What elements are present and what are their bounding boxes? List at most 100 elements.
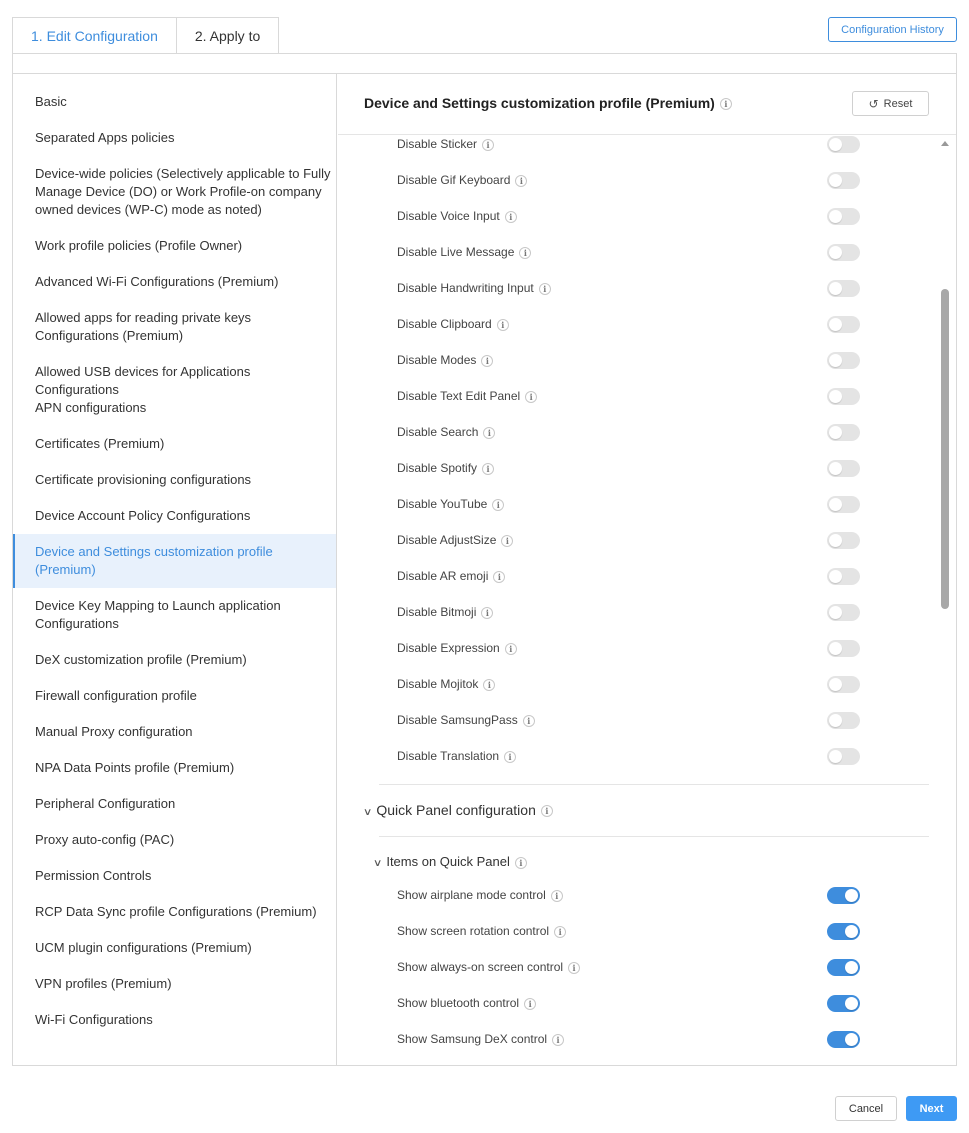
quick-panel-item-row: Show screen rotation control i <box>397 924 567 938</box>
disable-setting-toggle[interactable] <box>827 712 860 729</box>
sidebar-item[interactable]: Firewall configuration profile <box>13 687 336 705</box>
info-icon[interactable]: i <box>554 925 567 938</box>
info-icon[interactable]: i <box>483 678 496 691</box>
disable-setting-row: Disable Bitmoji i <box>397 605 494 619</box>
sidebar-item[interactable]: Permission Controls <box>13 867 336 885</box>
sidebar-item[interactable]: Certificates (Premium) <box>13 435 336 453</box>
disable-setting-label: Disable Mojitok <box>397 677 479 691</box>
disable-setting-label: Disable Spotify <box>397 461 478 475</box>
disable-setting-toggle[interactable] <box>827 604 860 621</box>
sidebar-item[interactable]: Manual Proxy configuration <box>13 723 336 741</box>
info-icon[interactable]: i <box>493 570 506 583</box>
sidebar-item[interactable]: Allowed apps for reading private keys Co… <box>13 309 336 345</box>
sidebar-item[interactable]: UCM plugin configurations (Premium) <box>13 939 336 957</box>
sidebar-item[interactable]: VPN profiles (Premium) <box>13 975 336 993</box>
info-icon[interactable]: i <box>519 246 532 259</box>
disable-setting-toggle[interactable] <box>827 388 860 405</box>
next-button[interactable]: Next <box>906 1096 957 1121</box>
info-icon[interactable]: i <box>482 138 495 151</box>
info-icon[interactable]: i <box>550 889 563 902</box>
info-icon[interactable]: i <box>525 390 538 403</box>
info-icon[interactable]: i <box>504 210 517 223</box>
disable-setting-toggle[interactable] <box>827 316 860 333</box>
sidebar-item[interactable]: Certificate provisioning configurations <box>13 471 336 489</box>
configuration-history-button[interactable]: Configuration History <box>828 17 957 42</box>
quick-panel-item-label: Show Samsung DeX control <box>397 1032 548 1046</box>
sidebar-item[interactable]: NPA Data Points profile (Premium) <box>13 759 336 777</box>
sidebar-item[interactable]: Work profile policies (Profile Owner) <box>13 237 336 255</box>
disable-setting-toggle[interactable] <box>827 136 860 153</box>
tab-edit-configuration[interactable]: 1. Edit Configuration <box>12 17 176 54</box>
sidebar-item[interactable]: Wi-Fi Configurations <box>13 1011 336 1029</box>
quick-panel-item-toggle[interactable] <box>827 995 860 1012</box>
info-icon[interactable]: i <box>501 534 514 547</box>
info-icon[interactable]: i <box>481 606 494 619</box>
info-icon[interactable]: i <box>492 498 505 511</box>
info-icon[interactable]: i <box>504 750 517 763</box>
disable-setting-row: Disable Mojitok i <box>397 677 496 691</box>
items-on-quick-panel-toggle[interactable]: ∨ Items on Quick Panel i <box>373 854 527 869</box>
info-icon[interactable]: i <box>568 961 581 974</box>
sidebar-item[interactable]: Proxy auto-config (PAC) <box>13 831 336 849</box>
info-icon[interactable]: i <box>538 282 551 295</box>
disable-setting-row: Disable Handwriting Input i <box>397 281 551 295</box>
disable-setting-label: Disable Expression <box>397 641 500 655</box>
disable-setting-toggle[interactable] <box>827 676 860 693</box>
info-icon[interactable]: i <box>481 354 494 367</box>
info-icon[interactable]: i <box>504 642 517 655</box>
sidebar-item[interactable]: Peripheral Configuration <box>13 795 336 813</box>
disable-setting-toggle[interactable] <box>827 424 860 441</box>
scroll-up-arrow-icon[interactable] <box>941 141 949 146</box>
disable-setting-toggle[interactable] <box>827 568 860 585</box>
disable-setting-toggle[interactable] <box>827 244 860 261</box>
disable-setting-toggle[interactable] <box>827 748 860 765</box>
disable-setting-row: Disable Clipboard i <box>397 317 509 331</box>
info-icon[interactable]: i <box>515 174 528 187</box>
disable-setting-toggle[interactable] <box>827 640 860 657</box>
tab-apply-to[interactable]: 2. Apply to <box>175 17 280 54</box>
info-icon[interactable]: i <box>524 997 537 1010</box>
sidebar-item[interactable]: Allowed USB devices for Applications Con… <box>13 363 336 399</box>
info-icon[interactable]: i <box>522 714 535 727</box>
disable-setting-toggle[interactable] <box>827 280 860 297</box>
sidebar-item[interactable]: Advanced Wi-Fi Configurations (Premium) <box>13 273 336 291</box>
disable-setting-toggle[interactable] <box>827 460 860 477</box>
disable-setting-toggle[interactable] <box>827 208 860 225</box>
editor-body: Basic Separated Apps policies Device-wide … <box>13 73 956 1066</box>
cancel-button[interactable]: Cancel <box>835 1096 897 1121</box>
sidebar-item[interactable]: Separated Apps policies <box>13 129 336 147</box>
info-icon[interactable]: i <box>482 462 495 475</box>
sidebar-item[interactable]: Device Account Policy Configurations <box>13 507 336 525</box>
disable-setting-label: Disable Modes <box>397 353 477 367</box>
disable-setting-toggle[interactable] <box>827 532 860 549</box>
sidebar-item[interactable]: Device-wide policies (Selectively applic… <box>13 165 336 219</box>
quick-panel-item-label: Show screen rotation control <box>397 924 550 938</box>
profile-sidebar: Basic Separated Apps policies Device-wide … <box>13 74 337 1066</box>
quick-panel-item-toggle[interactable] <box>827 959 860 976</box>
sidebar-item[interactable]: APN configurations <box>13 399 336 417</box>
disable-setting-toggle[interactable] <box>827 352 860 369</box>
quick-panel-item-toggle[interactable] <box>827 887 860 904</box>
info-icon[interactable]: i <box>719 98 732 111</box>
info-icon[interactable]: i <box>496 318 509 331</box>
info-icon[interactable]: i <box>514 856 527 869</box>
sidebar-item[interactable]: RCP Data Sync profile Configurations (Pr… <box>13 903 336 921</box>
disable-setting-toggle[interactable] <box>827 172 860 189</box>
sidebar-item[interactable]: Device Key Mapping to Launch application… <box>13 597 336 633</box>
disable-setting-toggle[interactable] <box>827 496 860 513</box>
disable-setting-row: Disable Voice Input i <box>397 209 517 223</box>
quick-panel-section-toggle[interactable]: ∨ Quick Panel configuration i <box>363 802 553 818</box>
sidebar-item[interactable]: DeX customization profile (Premium) <box>13 651 336 669</box>
reset-button[interactable]: ↺ Reset <box>852 91 929 116</box>
info-icon[interactable]: i <box>483 426 496 439</box>
info-icon[interactable]: i <box>552 1033 565 1046</box>
scrollbar-thumb[interactable] <box>941 289 949 609</box>
quick-panel-item-label: Show airplane mode control <box>397 888 546 902</box>
sidebar-item[interactable]: Device and Settings customization profil… <box>13 534 336 588</box>
quick-panel-item-toggle[interactable] <box>827 1031 860 1048</box>
quick-panel-item-toggle[interactable] <box>827 923 860 940</box>
sidebar-item[interactable]: Basic <box>13 93 336 111</box>
quick-panel-item-row: Show always-on screen control i <box>397 960 581 974</box>
disable-setting-label: Disable Sticker <box>397 137 478 151</box>
info-icon[interactable]: i <box>540 805 553 818</box>
